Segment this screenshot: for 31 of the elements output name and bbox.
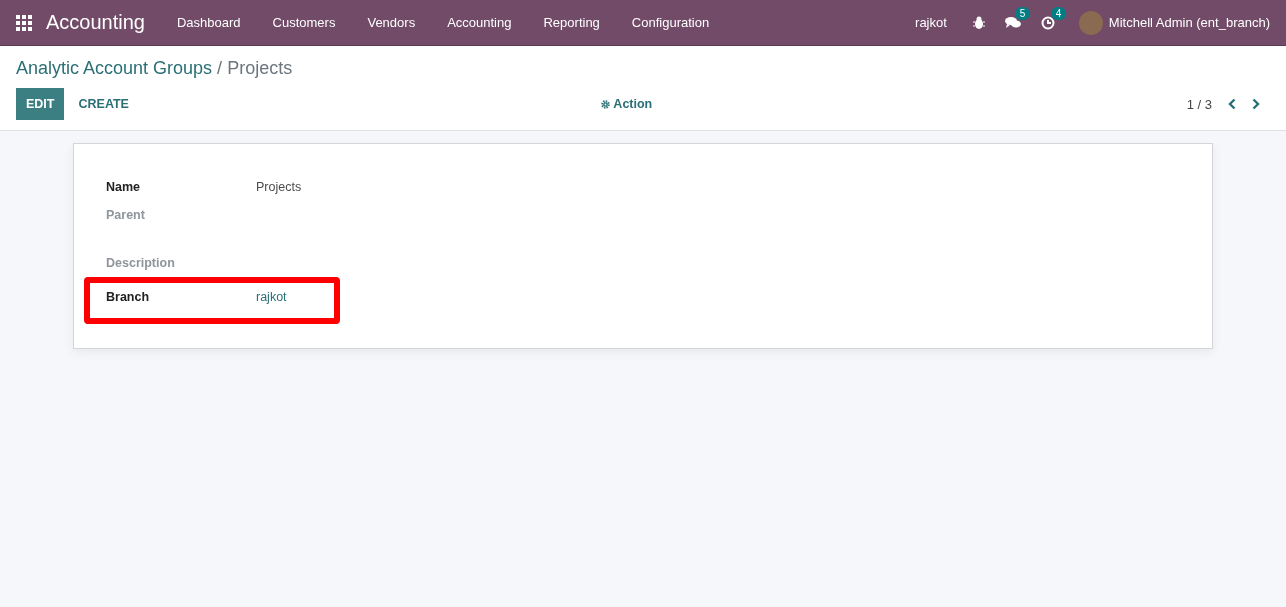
menu-item[interactable]: Vendors — [351, 15, 432, 30]
menu-item[interactable]: Accounting — [431, 15, 528, 30]
user-menu[interactable]: Mitchell Admin (ent_branch) — [1108, 15, 1270, 30]
breadcrumb-separator: / — [217, 58, 223, 79]
gear-icon — [601, 99, 611, 109]
menu-item[interactable]: Customers — [256, 15, 352, 30]
clock-icon[interactable] — [1040, 15, 1055, 30]
field-label: Branch — [106, 289, 151, 306]
field-label: Parent — [106, 207, 146, 224]
field-label: Description — [106, 255, 176, 272]
breadcrumb-link[interactable]: Analytic Account Groups — [16, 58, 213, 79]
action-menu[interactable]: Action — [613, 97, 653, 111]
edit-button[interactable]: EDIT — [16, 88, 65, 120]
message-count-badge: 5 — [1014, 7, 1031, 20]
chevron-right-icon[interactable] — [1252, 98, 1260, 110]
app-title: Accounting — [46, 11, 145, 34]
chevron-left-icon[interactable] — [1228, 98, 1236, 110]
field-label: Name — [106, 179, 142, 196]
branch-switcher[interactable]: rajkot — [899, 15, 963, 30]
breadcrumb-current: Projects — [227, 58, 293, 79]
apps-menu-icon[interactable] — [16, 14, 32, 31]
pager-value: 1 / 3 — [1186, 96, 1212, 112]
chat-icon[interactable] — [1004, 16, 1021, 29]
bug-icon[interactable] — [972, 16, 985, 29]
activity-count-badge: 4 — [1050, 6, 1067, 20]
menu-item[interactable]: Dashboard — [160, 15, 257, 30]
menu-item[interactable]: Configuration — [615, 15, 726, 30]
create-button[interactable]: CREATE — [68, 88, 139, 120]
field-value: Projects — [256, 179, 302, 196]
menu-item[interactable]: Reporting — [527, 15, 616, 30]
field-link[interactable]: rajkot — [256, 288, 287, 306]
